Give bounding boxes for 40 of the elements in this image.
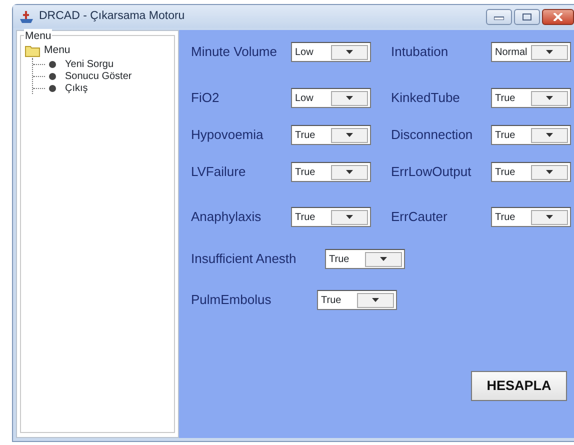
dropdown[interactable]: True bbox=[291, 125, 371, 145]
field-label: FiO2 bbox=[191, 89, 220, 108]
field-label: Disconnection bbox=[391, 126, 474, 144]
calculate-button[interactable]: HESAPLA bbox=[471, 371, 567, 401]
field-label: ErrCauter bbox=[391, 208, 448, 226]
field-label: Minute Volume bbox=[191, 43, 278, 62]
field-label: Intubation bbox=[391, 43, 450, 62]
dropdown[interactable]: True bbox=[491, 125, 571, 145]
maximize-icon bbox=[522, 12, 532, 20]
field-label: Anaphylaxis bbox=[191, 208, 262, 226]
dropdown[interactable]: True bbox=[491, 162, 571, 182]
close-icon bbox=[553, 12, 563, 20]
tree-item[interactable]: Menu bbox=[44, 43, 70, 59]
field-label: KinkedTube bbox=[391, 89, 461, 108]
field-label: ErrLowOutput bbox=[391, 163, 472, 182]
dropdown[interactable]: True bbox=[291, 162, 371, 182]
close-button[interactable] bbox=[542, 8, 574, 24]
field-label: Hypovoemia bbox=[191, 126, 264, 144]
dropdown[interactable]: Low bbox=[291, 42, 371, 62]
dropdown[interactable]: True bbox=[325, 249, 405, 269]
dropdown[interactable]: Low bbox=[291, 88, 371, 108]
bullet-icon bbox=[49, 60, 56, 68]
maximize-button[interactable] bbox=[514, 8, 540, 24]
field-label: LVFailure bbox=[191, 163, 247, 182]
dropdown[interactable]: Normal bbox=[491, 42, 571, 62]
field-label: PulmEmbolus bbox=[191, 291, 272, 310]
app-icon bbox=[19, 10, 34, 24]
tree-item[interactable]: Çıkış bbox=[65, 80, 88, 96]
minimize-button[interactable] bbox=[486, 8, 512, 24]
dropdown[interactable]: True bbox=[491, 88, 571, 108]
dropdown[interactable]: True bbox=[291, 207, 371, 227]
window-title: DRCAD - Çıkarsama Motoru bbox=[39, 8, 185, 24]
bullet-icon bbox=[49, 72, 56, 80]
dropdown[interactable]: True bbox=[317, 290, 397, 310]
minimize-icon bbox=[494, 14, 504, 20]
dropdown[interactable]: True bbox=[491, 207, 571, 227]
tree-item[interactable]: Sonucu Göster bbox=[65, 68, 132, 84]
field-label: Insufficient Anesth bbox=[191, 250, 298, 268]
bullet-icon bbox=[49, 84, 56, 92]
tree-item[interactable]: Yeni Sorgu bbox=[65, 56, 114, 72]
